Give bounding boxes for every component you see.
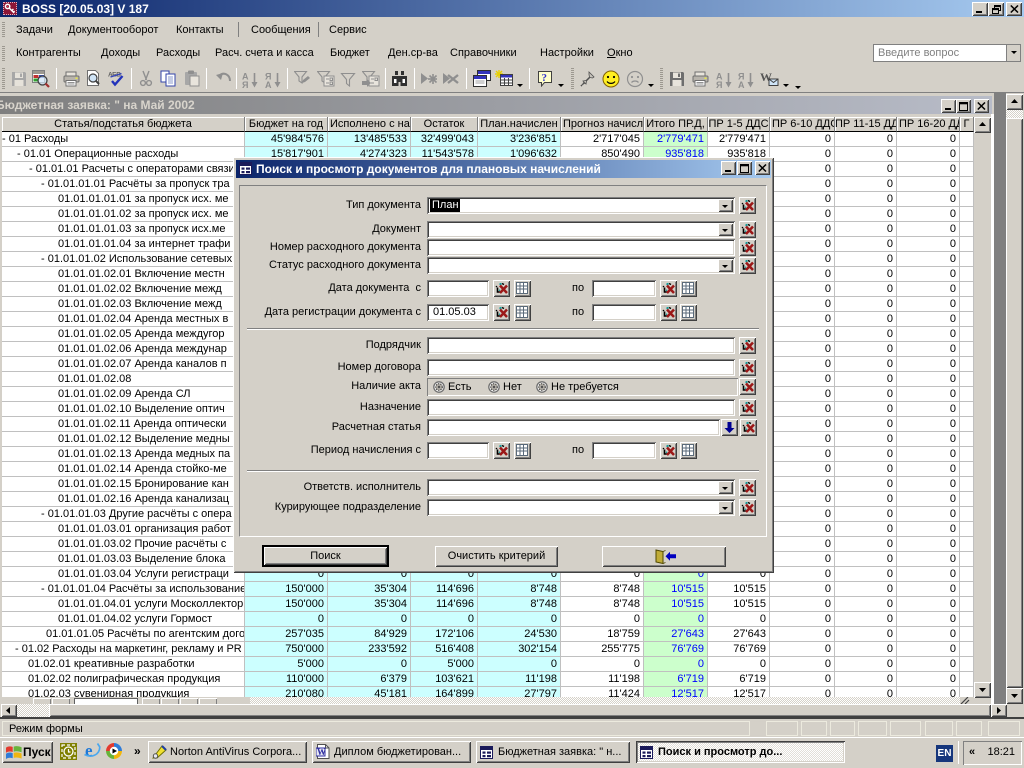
svg-text:Я: Я xyxy=(716,80,722,88)
svg-text:?: ? xyxy=(542,72,548,84)
svg-text:А: А xyxy=(738,80,745,88)
svg-text:e: e xyxy=(85,742,93,760)
svg-text:Я: Я xyxy=(242,80,248,88)
svg-text:А: А xyxy=(265,80,272,88)
svg-text:W: W xyxy=(317,747,326,757)
